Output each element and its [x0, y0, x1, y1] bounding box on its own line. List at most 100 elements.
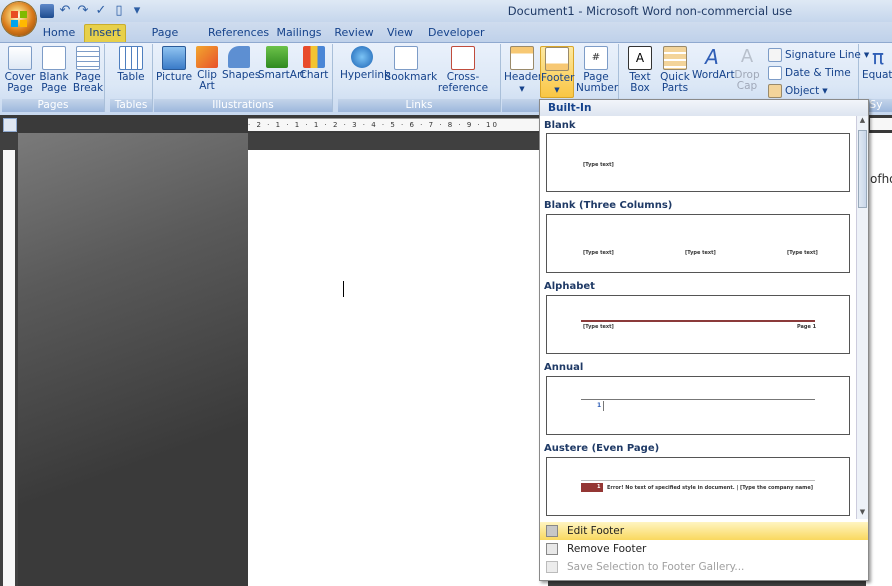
bookmark-icon — [394, 46, 418, 70]
gallery-scrollbar[interactable]: ▲ ▼ — [856, 116, 868, 519]
document-page-right[interactable] — [866, 133, 892, 586]
save-selection-item: Save Selection to Footer Gallery... — [540, 558, 868, 576]
preview-text: Page 1 — [797, 324, 817, 330]
footer-preview-blank-three-columns[interactable]: [Type text] [Type text] [Type text] — [546, 214, 850, 273]
picture-button[interactable]: Picture — [156, 46, 192, 83]
background-text: ofho — [870, 172, 892, 186]
document-page[interactable] — [248, 150, 548, 586]
blank-page-button[interactable]: Blank Page — [38, 46, 70, 94]
preview-text: [Type text] — [583, 324, 614, 330]
footer-button[interactable]: Footer ▼ — [540, 46, 574, 98]
pi-icon: π — [871, 45, 885, 69]
page-number-button[interactable]: # Page Number — [576, 46, 618, 94]
quick-parts-icon — [663, 46, 687, 70]
undo-icon[interactable]: ↶ — [58, 4, 72, 18]
horizontal-ruler[interactable]: · 2 · 1 · 1 · 1 · 2 · 3 · 4 · 5 · 6 · 7 … — [248, 118, 548, 131]
section-blank-three-columns: Blank (Three Columns) — [544, 200, 673, 211]
footer-preview-annual[interactable]: 1 — [546, 376, 850, 435]
chart-icon — [303, 46, 325, 68]
ribbon-tabs: Home Insert Page Layout References Maili… — [0, 22, 892, 55]
footer-preview-blank[interactable]: [Type text] — [546, 133, 850, 192]
calendar-icon — [768, 66, 782, 80]
table-icon — [119, 46, 143, 70]
office-button[interactable] — [2, 2, 36, 36]
tab-review[interactable]: Review — [334, 25, 374, 42]
bookmark-button[interactable]: Bookmark — [384, 46, 437, 83]
tab-mailings[interactable]: Mailings — [276, 25, 322, 42]
drop-cap-button: A Drop Cap — [734, 46, 760, 92]
cross-reference-button[interactable]: Cross-reference — [428, 46, 498, 94]
cover-page-icon — [8, 46, 32, 70]
wordart-button[interactable]: A WordArt — [692, 46, 735, 81]
shapes-button[interactable]: Shapes — [222, 46, 260, 81]
page-break-icon — [76, 46, 100, 70]
page-number-icon: # — [584, 46, 608, 70]
remove-footer-item[interactable]: Remove Footer — [540, 540, 868, 558]
table-button[interactable]: Table — [114, 46, 148, 83]
edit-footer-item[interactable]: Edit Footer — [540, 522, 868, 540]
footer-preview-austere-even-page[interactable]: 1 Error! No text of specified style in d… — [546, 457, 850, 516]
tab-view[interactable]: View — [384, 25, 416, 42]
section-austere-even-page: Austere (Even Page) — [544, 443, 660, 454]
tab-developer[interactable]: Developer — [428, 25, 485, 42]
header-button[interactable]: Header ▼ — [504, 46, 542, 95]
smartart-icon — [266, 46, 288, 68]
group-illustrations: Picture Clip Art Shapes SmartArt Chart I… — [154, 44, 333, 112]
preview-line — [581, 480, 815, 481]
tab-insert[interactable]: Insert — [84, 24, 126, 42]
scroll-down-icon[interactable]: ▼ — [858, 508, 867, 518]
cover-page-button[interactable]: Cover Page — [4, 46, 36, 94]
quick-access-toolbar: ↶ ↷ ✓ ▯ ▾ — [40, 3, 144, 19]
object-button[interactable]: Object ▼ — [768, 84, 828, 98]
picture-icon — [162, 46, 186, 70]
redo-icon[interactable]: ↷ — [76, 4, 90, 18]
section-alphabet: Alphabet — [544, 281, 595, 292]
scrollbar-thumb[interactable] — [858, 130, 867, 208]
spelling-icon[interactable]: ✓ — [94, 4, 108, 18]
clip-art-icon — [196, 46, 218, 68]
date-time-button[interactable]: Date & Time — [768, 66, 851, 80]
tab-selector[interactable] — [3, 118, 17, 132]
tab-page-layout[interactable]: Page Layout — [134, 25, 196, 55]
customize-qat-icon[interactable]: ▾ — [130, 4, 144, 18]
preview-divider — [603, 401, 604, 411]
preview-text: Error! No text of specified style in doc… — [607, 485, 814, 491]
preview-text: 1 — [597, 402, 602, 409]
hyperlink-button[interactable]: Hyperlink — [340, 46, 390, 81]
office-logo-icon — [11, 11, 27, 27]
text-box-icon: A — [628, 46, 652, 70]
preview-text: [Type text] — [685, 250, 716, 256]
clip-art-button[interactable]: Clip Art — [194, 46, 220, 92]
chart-button[interactable]: Chart — [298, 46, 330, 81]
text-box-button[interactable]: A Text Box — [624, 46, 656, 94]
tab-references[interactable]: References — [208, 25, 269, 42]
gallery-header: Built-In — [540, 100, 868, 116]
new-document-icon[interactable]: ▯ — [112, 4, 126, 18]
footer-preview-alphabet[interactable]: [Type text] Page 1 — [546, 295, 850, 354]
group-pages: Cover Page Blank Page Page Break Pages — [2, 44, 105, 112]
window-title: Document1 - Microsoft Word non-commercia… — [507, 4, 793, 18]
page-break-button[interactable]: Page Break — [72, 46, 104, 94]
footer-icon — [545, 47, 569, 71]
group-label-illustrations: Illustrations — [154, 99, 332, 112]
shapes-icon — [228, 46, 250, 68]
edit-footer-icon — [546, 525, 558, 537]
vertical-ruler[interactable] — [3, 150, 15, 586]
preview-line — [581, 320, 815, 322]
quick-parts-button[interactable]: Quick Parts — [658, 46, 692, 94]
hyperlink-icon — [351, 46, 373, 68]
smartart-button[interactable]: SmartArt — [258, 46, 305, 81]
preview-text: [Type text] — [583, 162, 614, 168]
save-icon[interactable] — [40, 4, 54, 18]
blank-page-icon — [42, 46, 66, 70]
preview-number-block: 1 — [581, 483, 603, 492]
section-annual: Annual — [544, 362, 584, 373]
scroll-up-icon[interactable]: ▲ — [858, 116, 867, 126]
tab-home[interactable]: Home — [40, 25, 78, 42]
signature-line-button[interactable]: Signature Line ▼ — [768, 48, 869, 62]
equation-button[interactable]: π Equatio — [862, 46, 892, 81]
group-tables: Table Tables — [110, 44, 153, 112]
save-selection-icon — [546, 561, 558, 573]
drop-cap-icon: A — [740, 46, 754, 67]
group-label-pages: Pages — [2, 99, 104, 112]
